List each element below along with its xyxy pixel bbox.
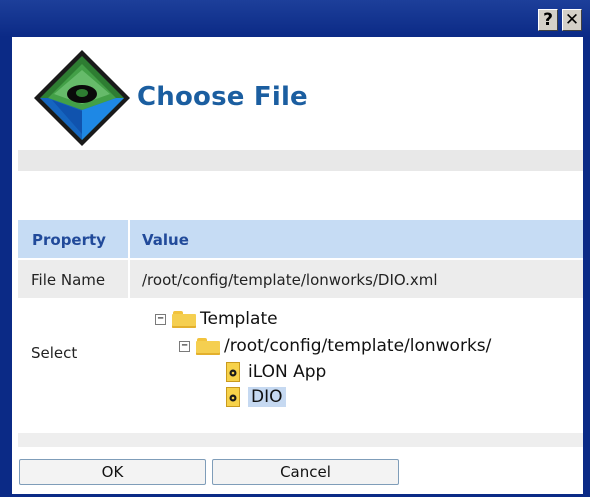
file-name-value: /root/config/template/lonworks/DIO.xml xyxy=(142,271,438,289)
file-icon xyxy=(226,387,240,407)
ok-button[interactable]: OK xyxy=(19,459,206,485)
folder-icon xyxy=(172,310,196,328)
collapse-icon[interactable]: − xyxy=(155,313,166,325)
tree-node-label: /root/config/template/lonworks/ xyxy=(224,336,492,356)
help-button[interactable]: ? xyxy=(538,9,558,31)
tree-node-label-selected: DIO xyxy=(248,387,286,407)
column-divider xyxy=(128,260,130,298)
property-column-header: Property xyxy=(32,231,106,249)
help-icon: ? xyxy=(543,10,553,30)
select-label: Select xyxy=(31,344,78,362)
title-separator-band xyxy=(18,150,583,171)
lonworks-diamond-icon xyxy=(34,50,130,146)
tree-node-label: iLON App xyxy=(248,362,327,382)
dialog-content: Choose File Property Value File Name /ro… xyxy=(12,37,583,494)
cancel-button[interactable]: Cancel xyxy=(212,459,399,485)
file-name-label: File Name xyxy=(31,271,106,289)
tree-node-template[interactable]: − Template xyxy=(155,308,278,330)
close-button[interactable]: ✕ xyxy=(562,9,582,31)
close-icon: ✕ xyxy=(564,10,580,30)
window-frame-left xyxy=(0,37,12,497)
select-row: Select − Template − /root/config/templat… xyxy=(18,300,583,430)
value-column-header: Value xyxy=(142,231,189,249)
file-name-row: File Name /root/config/template/lonworks… xyxy=(18,260,583,298)
grid-header-row: Property Value xyxy=(18,220,583,258)
file-icon xyxy=(226,362,240,382)
collapse-icon[interactable]: − xyxy=(179,340,190,352)
tree-node-label: Template xyxy=(200,309,278,329)
title-bar: ? ✕ xyxy=(0,0,590,37)
tree-node-ilon-app[interactable]: iLON App xyxy=(226,361,326,383)
window-frame-right xyxy=(583,37,590,497)
dialog-title: Choose File xyxy=(137,82,308,112)
folder-icon xyxy=(196,337,220,355)
button-separator-band xyxy=(18,433,583,447)
properties-grid: Property Value File Name /root/config/te… xyxy=(18,220,583,430)
tree-node-dio[interactable]: DIO xyxy=(226,386,286,408)
column-divider xyxy=(128,220,130,258)
tree-node-lonworks-folder[interactable]: − /root/config/template/lonworks/ xyxy=(179,335,491,357)
